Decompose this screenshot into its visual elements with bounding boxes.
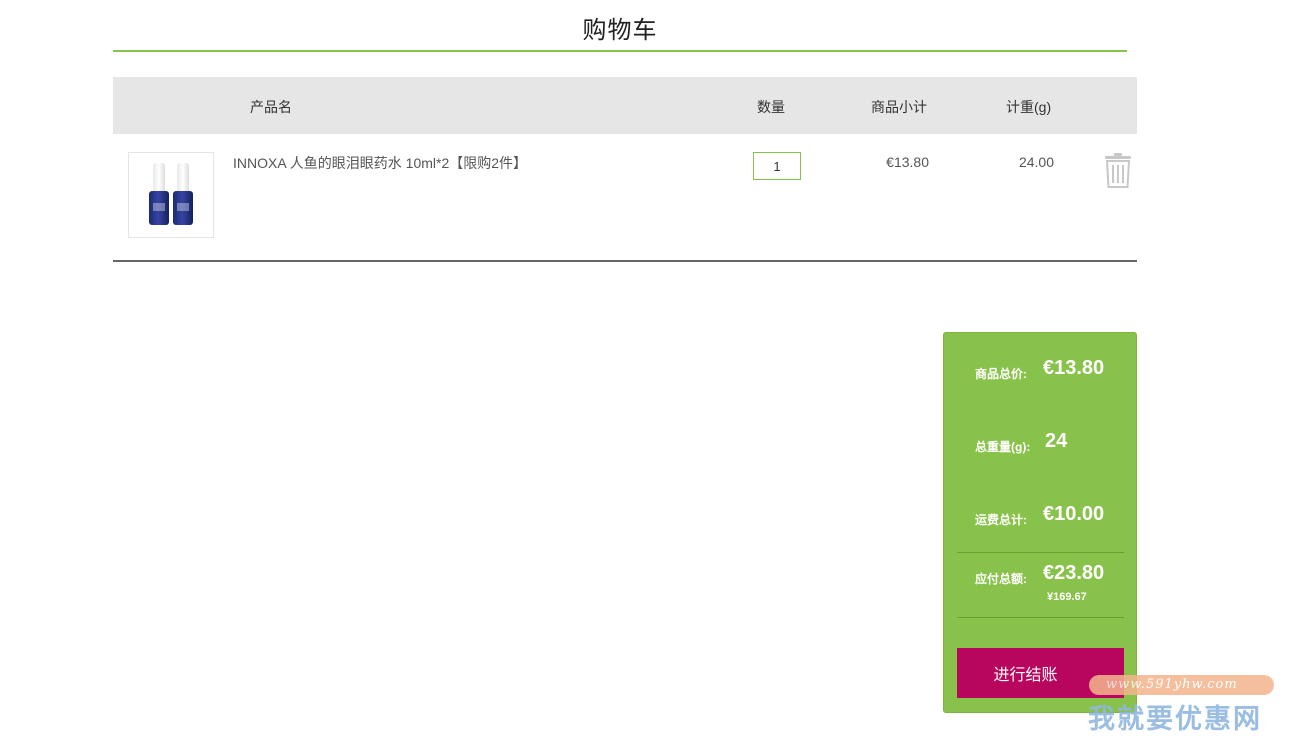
order-summary-panel: 商品总价: €13.80 总重量(g): 24 运费总计: €10.00 应付总… xyxy=(943,332,1137,713)
watermark-url: www.591yhw.com xyxy=(1106,677,1238,692)
product-name-link[interactable]: INNOXA 人鱼的眼泪眼药水 10ml*2【限购2件】 xyxy=(233,153,527,173)
header-product-name: 产品名 xyxy=(250,99,292,115)
header-quantity: 数量 xyxy=(757,99,785,115)
summary-divider xyxy=(957,552,1124,553)
header-subtotal: 商品小计 xyxy=(871,99,927,115)
payable-total-value: €23.80 xyxy=(1043,562,1105,584)
total-price-value: €13.80 xyxy=(1043,357,1105,379)
watermark-url-pill: www.591yhw.com xyxy=(1089,675,1274,695)
title-divider xyxy=(113,50,1127,52)
total-weight-value: 24 xyxy=(1045,430,1068,452)
bottle-image xyxy=(173,163,193,225)
watermark-logo-text: 我就要优惠网 xyxy=(1088,704,1262,734)
total-price-label: 商品总价: xyxy=(975,367,1027,381)
item-subtotal: €13.80 xyxy=(886,154,929,170)
bottle-image xyxy=(149,163,169,225)
payable-total-label: 应付总额: xyxy=(975,572,1027,586)
row-bottom-divider xyxy=(113,260,1137,262)
delete-trash-icon[interactable] xyxy=(1103,152,1133,188)
item-weight: 24.00 xyxy=(1018,154,1054,170)
cart-item-row: INNOXA 人鱼的眼泪眼药水 10ml*2【限购2件】 €13.80 24.0… xyxy=(113,134,1137,260)
shipping-total-value: €10.00 xyxy=(1043,503,1105,525)
page-title: 购物车 xyxy=(582,17,658,44)
payable-rmb-value: ¥169.67 xyxy=(1047,591,1087,603)
quantity-input[interactable] xyxy=(753,152,801,180)
total-weight-label: 总重量(g): xyxy=(975,440,1031,454)
product-thumbnail[interactable] xyxy=(128,152,214,238)
summary-divider xyxy=(957,617,1124,618)
header-weight: 计重(g) xyxy=(1006,99,1052,115)
shipping-total-label: 运费总计: xyxy=(975,513,1027,527)
cart-table-header: 产品名 数量 商品小计 计重(g) xyxy=(113,77,1137,134)
